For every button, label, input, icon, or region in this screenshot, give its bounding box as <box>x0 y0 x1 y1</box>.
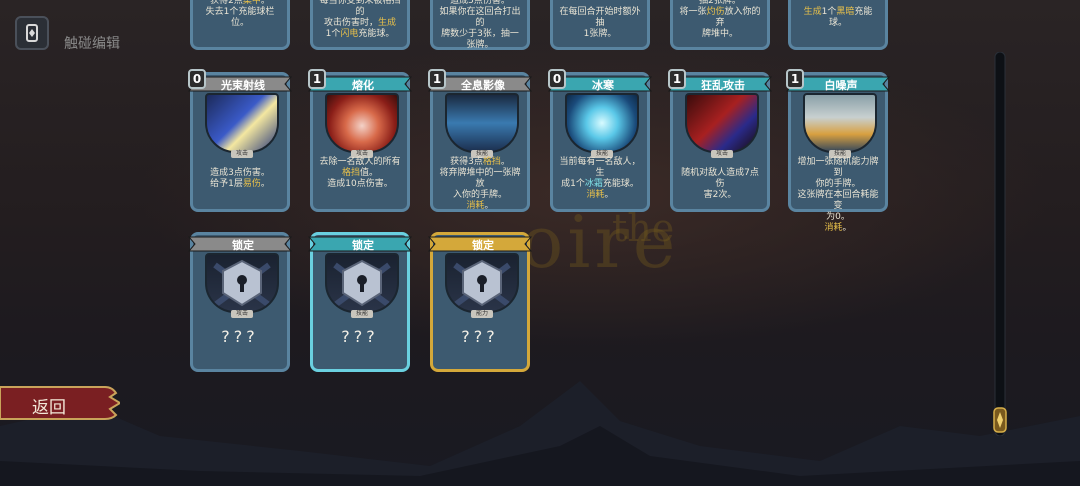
card-description: 造成3点伤害。 给予1层易伤。 <box>210 168 270 189</box>
back-button-label: 返回 <box>32 398 66 418</box>
card-description: 获得3点格挡。 将弃牌堆中的一张牌放 入你的手牌。 消耗。 <box>439 157 521 211</box>
card-rip-and-tear[interactable]: 狂乱攻击 1 攻击 随机对敌人造成7点伤 害2次。 <box>667 69 773 212</box>
card-melter[interactable]: 熔化 1 攻击 去除一名敌人的所有 格挡值。 造成10点伤害。 <box>307 69 413 212</box>
energy-cost-badge: 1 <box>786 69 804 89</box>
card-description: 在每回合开始时额外抽 1张牌。 <box>559 7 641 39</box>
card-title: 全息影像 <box>461 79 505 92</box>
hologram-art <box>445 93 519 153</box>
beam-cell-art <box>205 93 279 153</box>
card-title: 锁定 <box>352 239 374 252</box>
white-noise-art <box>803 93 877 153</box>
card-title: 锁定 <box>232 239 254 252</box>
card-description: 随机对敌人造成7点伤 害2次。 <box>681 168 759 200</box>
lock-icon <box>445 253 519 313</box>
card-title: 锁定 <box>472 239 494 252</box>
card-title: 白噪声 <box>824 79 858 92</box>
locked-placeholder: ??? <box>461 327 499 346</box>
card-type-label: 能力 <box>471 310 493 318</box>
card-description: 去除一名敌人的所有 格挡值。 造成10点伤害。 <box>319 157 401 189</box>
locked-placeholder: ??? <box>221 327 259 346</box>
chill-art <box>565 93 639 153</box>
card-toggle-icon <box>26 24 38 42</box>
energy-cost-badge: 1 <box>428 69 446 89</box>
touch-edit-label: 触碰编辑 <box>64 36 120 52</box>
card-partial[interactable]: 获得2点集中。 失去1个充能球栏位。 <box>190 0 290 50</box>
card-title: 光束射线 <box>221 79 265 92</box>
background-mountains <box>0 381 1080 486</box>
energy-cost-badge: 1 <box>308 69 326 89</box>
lock-icon <box>205 253 279 313</box>
energy-cost-badge: 1 <box>668 69 686 89</box>
card-hologram[interactable]: 全息影像 1 技能 获得3点格挡。 将弃牌堆中的一张牌放 入你的手牌。 消耗。 <box>427 69 533 212</box>
card-description: 造成5点伤害。 如果你在这回合打出的 牌数少于3张，抽一 张牌。 <box>439 0 521 50</box>
card-title: 熔化 <box>352 79 374 92</box>
card-description: 获得2点集中。 失去1个充能球栏位。 <box>205 0 275 28</box>
card-title: 狂乱攻击 <box>701 79 745 92</box>
locked-placeholder: ??? <box>341 327 379 346</box>
scrollbar[interactable] <box>992 52 1008 436</box>
melter-art <box>325 93 399 153</box>
card-partial[interactable]: 抽2张牌。 将一张灼伤放入你的弃 牌堆中。 <box>670 0 770 50</box>
card-description: 生成1个黑暗充能球。 <box>803 7 873 28</box>
card-description: 抽2张牌。 将一张灼伤放入你的弃 牌堆中。 <box>679 0 761 39</box>
card-partial[interactable]: 每当你受到未被格挡的 攻击伤害时，生成 1个闪电充能球。 <box>310 0 410 50</box>
card-partial[interactable]: 生成1个黑暗充能球。 <box>788 0 888 50</box>
card-title: 冰寒 <box>592 79 614 92</box>
card-type-label: 技能 <box>351 310 373 318</box>
card-chill[interactable]: 冰寒 0 技能 当前每有一名敌人，生 成1个冰霜充能球。 消耗。 <box>547 69 653 212</box>
scrollbar-thumb <box>993 407 1007 433</box>
card-type-label: 攻击 <box>231 310 253 318</box>
card-description: 增加一张随机能力牌到 你的手牌。 这张牌在本回合耗能变 为0。 消耗。 <box>797 157 879 233</box>
locked-card[interactable]: 锁定技能??? <box>307 232 413 372</box>
energy-cost-badge: 0 <box>548 69 566 89</box>
locked-card[interactable]: 锁定能力??? <box>427 232 533 372</box>
energy-cost-badge: 0 <box>188 69 206 89</box>
touch-edit-toggle[interactable] <box>15 16 49 50</box>
card-beam-cell[interactable]: 光束射线 0 攻击 造成3点伤害。 给予1层易伤。 <box>187 69 293 212</box>
card-white-noise[interactable]: 白噪声 1 技能 增加一张随机能力牌到 你的手牌。 这张牌在本回合耗能变 为0。 消耗。 <box>785 69 891 233</box>
title-watermark-the: the <box>612 206 675 250</box>
locked-card[interactable]: 锁定攻击??? <box>187 232 293 372</box>
rip-and-tear-art <box>685 93 759 153</box>
card-partial[interactable]: 在每回合开始时额外抽 1张牌。 <box>550 0 650 50</box>
card-partial[interactable]: 造成5点伤害。 如果你在这回合打出的 牌数少于3张，抽一 张牌。 <box>430 0 530 50</box>
lock-icon <box>325 253 399 313</box>
card-description: 当前每有一名敌人，生 成1个冰霜充能球。 消耗。 <box>559 157 641 200</box>
card-description: 每当你受到未被格挡的 攻击伤害时，生成 1个闪电充能球。 <box>319 0 401 39</box>
